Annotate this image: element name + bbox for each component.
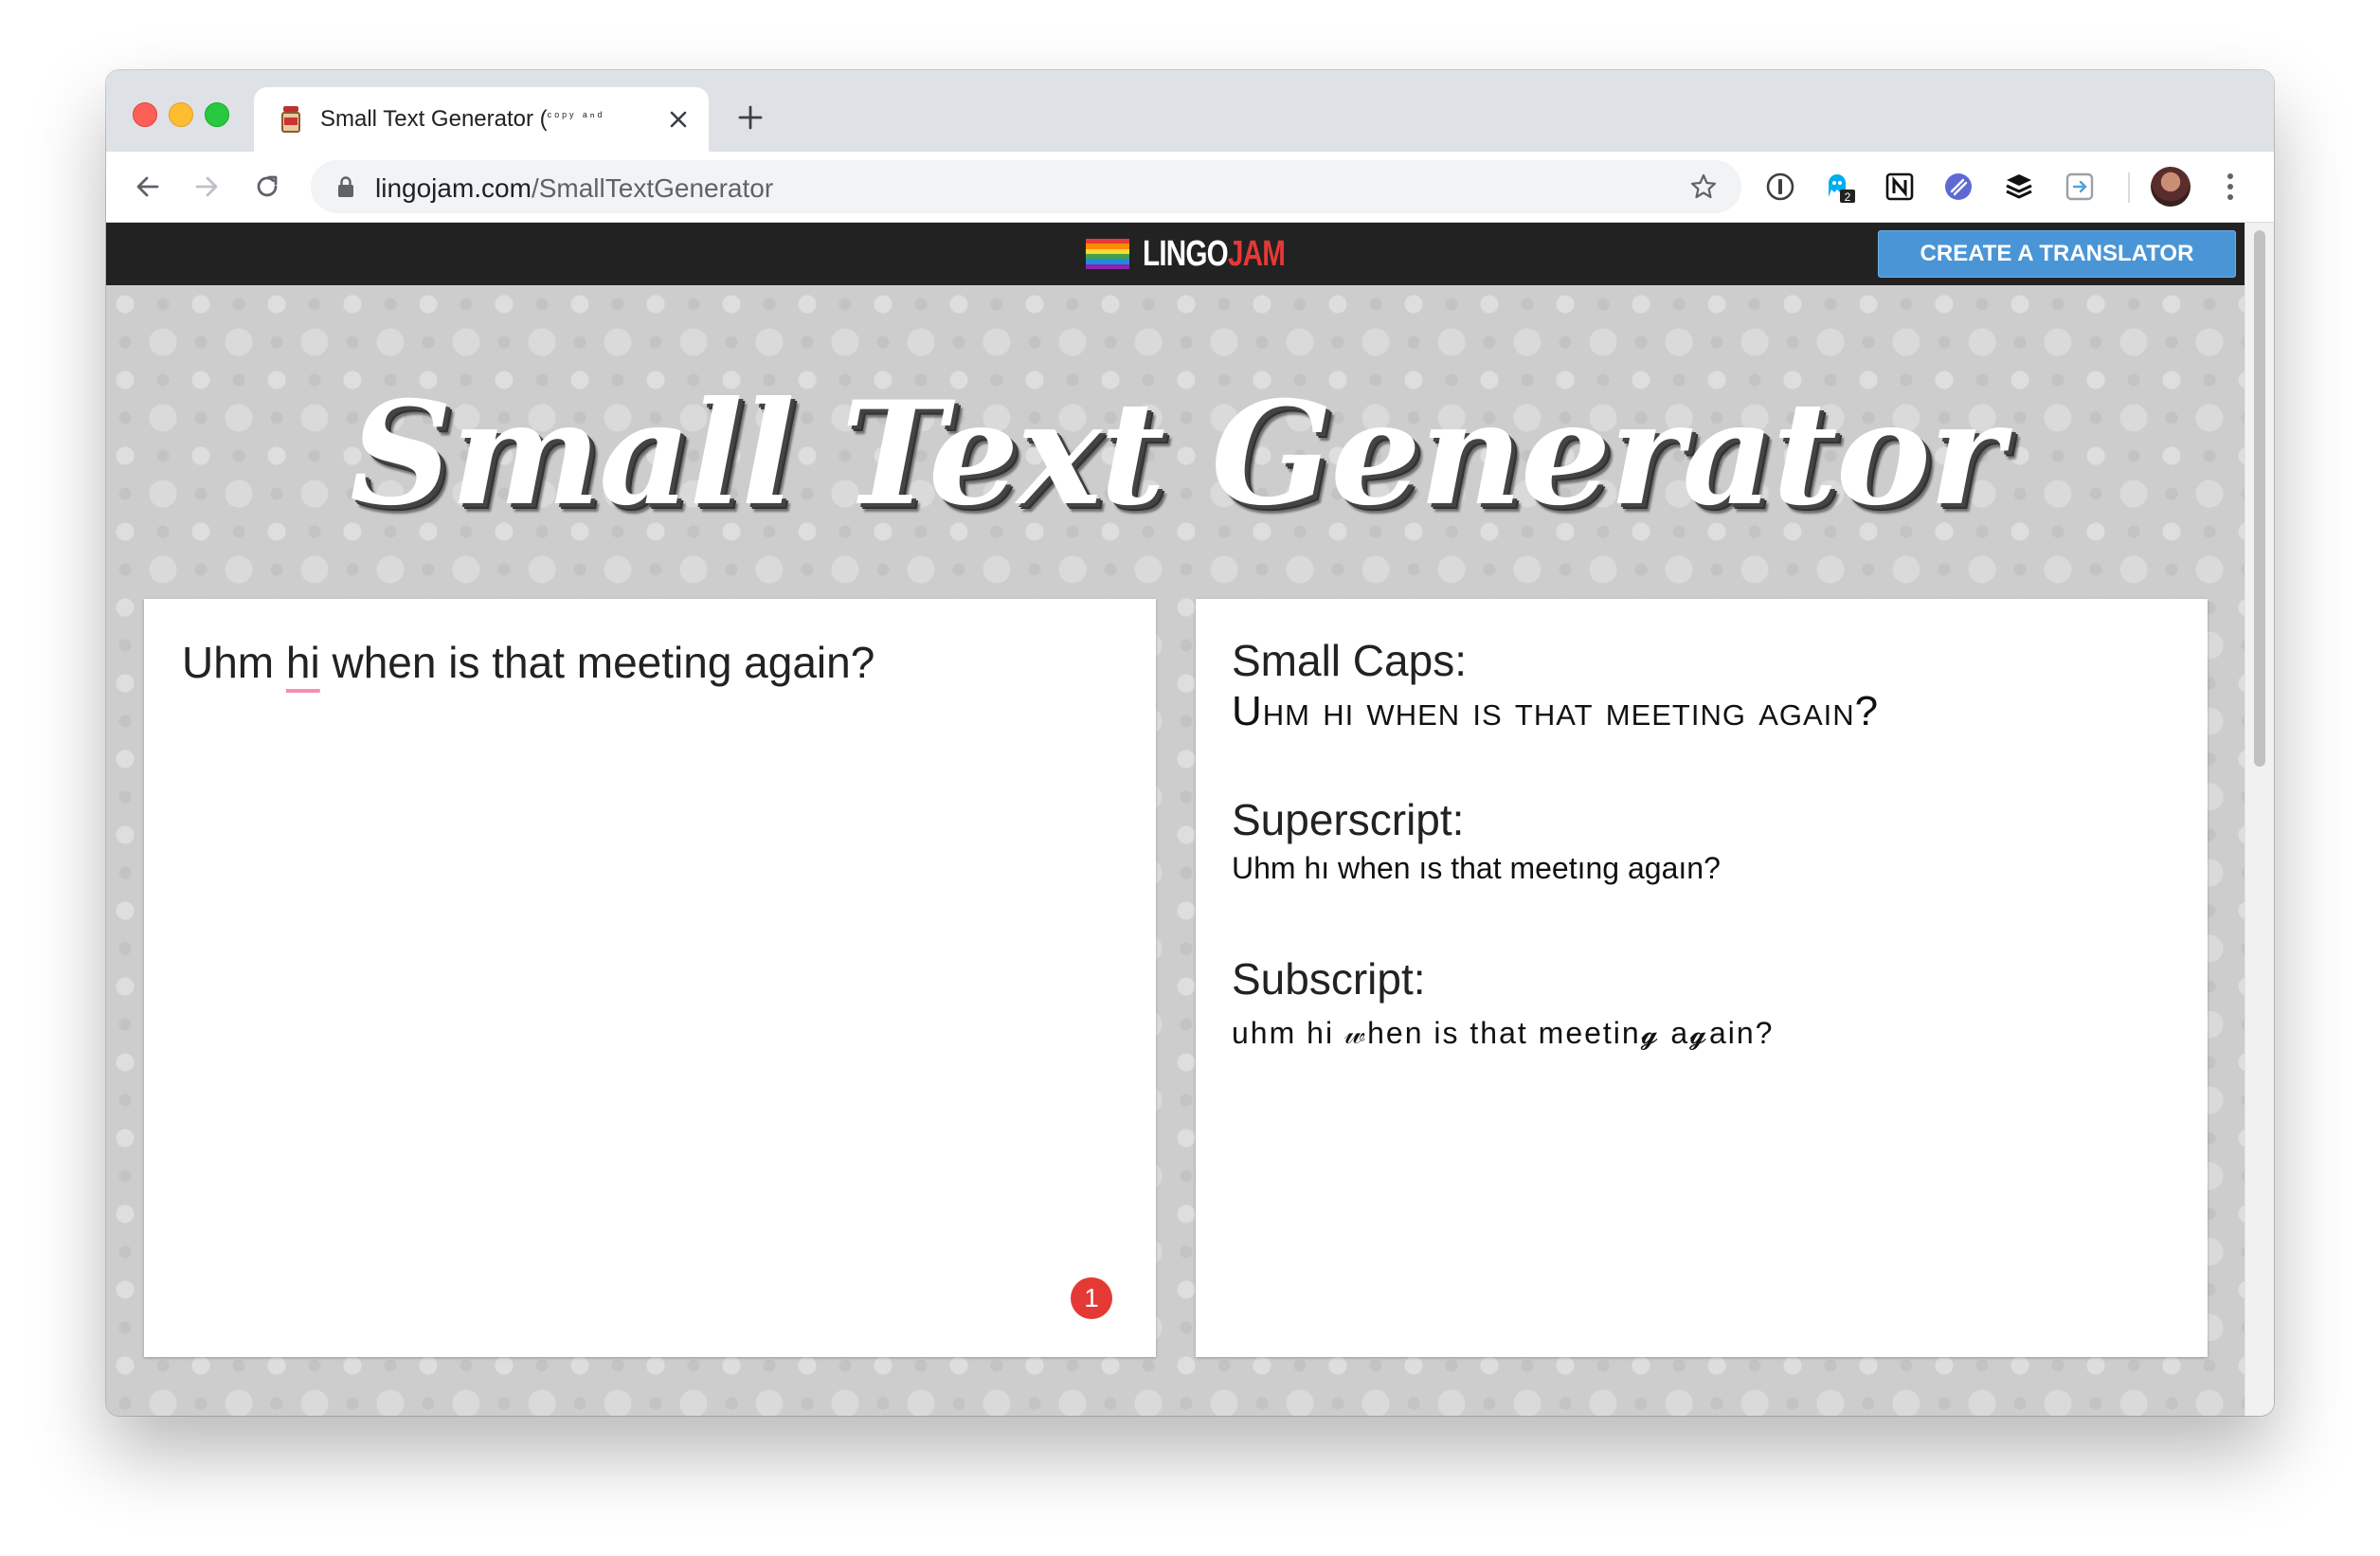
reload-icon[interactable] — [250, 170, 284, 204]
close-window-button[interactable] — [133, 102, 157, 127]
lingojam-logo[interactable]: LINGOJAM — [1086, 232, 1325, 276]
notion-icon[interactable] — [1884, 171, 1916, 203]
page-scrollbar[interactable] — [2245, 223, 2274, 1416]
input-text[interactable]: Uhm hi when is that meeting again? — [182, 637, 874, 688]
back-arrow-icon[interactable] — [131, 170, 165, 204]
minimize-window-button[interactable] — [169, 102, 193, 127]
address-bar[interactable]: lingojam.com/SmallTextGenerator — [311, 160, 1741, 213]
tab-strip: Small Text Generator (ᶜᵒᵖʸ ᵃⁿᵈ — [106, 70, 2274, 152]
site-header: LINGOJAM CREATE A TRANSLATOR — [106, 223, 2245, 285]
grammarly-badge[interactable]: 1 — [1071, 1277, 1112, 1319]
reader-icon[interactable] — [2064, 171, 2096, 203]
kebab-menu-icon[interactable] — [2225, 171, 2236, 203]
subscript-label: Subscript: — [1232, 954, 1426, 1004]
close-tab-icon[interactable] — [665, 106, 692, 133]
page-title: Small Text Generator — [350, 371, 2004, 537]
scrollbar-thumb[interactable] — [2254, 230, 2265, 767]
hero-background: Small Text Generator Uhm hi when is that… — [106, 285, 2245, 1416]
rainbow-flag-icon — [1086, 239, 1129, 269]
buffer-icon[interactable] — [2003, 171, 2035, 203]
misspelled-word[interactable]: hi — [286, 638, 320, 687]
lock-icon[interactable] — [335, 175, 356, 198]
browser-window: Small Text Generator (ᶜᵒᵖʸ ᵃⁿᵈ lingojam.… — [106, 70, 2274, 1416]
toolbar-divider — [2128, 172, 2130, 203]
input-textarea[interactable]: Uhm hi when is that meeting again? 1 — [144, 599, 1156, 1357]
superscript-label: Superscript: — [1232, 795, 1465, 844]
page-viewport: LINGOJAM CREATE A TRANSLATOR Small Text … — [106, 223, 2274, 1416]
profile-avatar[interactable] — [2151, 167, 2191, 207]
create-translator-button[interactable]: CREATE A TRANSLATOR — [1878, 230, 2236, 278]
superscript-output[interactable]: Uhm hı when ıs that meetıng agaın? — [1232, 851, 1721, 886]
url-text[interactable]: lingojam.com/SmallTextGenerator — [375, 173, 773, 204]
1password-icon[interactable] — [1764, 171, 1796, 203]
new-tab-icon[interactable] — [735, 102, 766, 133]
tab-title: Small Text Generator (ᶜᵒᵖʸ ᵃⁿᵈ — [320, 106, 605, 132]
output-panel[interactable]: Small Caps: Uhm hi when is that meeting … — [1196, 599, 2208, 1357]
browser-toolbar: lingojam.com/SmallTextGenerator 2 — [106, 152, 2274, 223]
logo-text: LINGOJAM — [1143, 233, 1286, 274]
small-caps-output[interactable]: Uhm hi when is that meeting again? — [1232, 688, 1879, 735]
linear-icon[interactable] — [1942, 171, 1974, 203]
forward-arrow-icon[interactable] — [189, 170, 224, 204]
browser-tab[interactable]: Small Text Generator (ᶜᵒᵖʸ ᵃⁿᵈ — [254, 87, 709, 152]
bookmark-star-icon[interactable] — [1688, 172, 1719, 202]
svg-text:2: 2 — [1845, 190, 1851, 203]
subscript-output[interactable]: uhm hi 𝓌hen is that meetin𝓰 a𝓰ain? — [1232, 1016, 1774, 1052]
small-caps-label: Small Caps: — [1232, 636, 1467, 685]
jam-jar-favicon-icon — [280, 106, 301, 133]
ghostery-icon[interactable]: 2 — [1823, 171, 1855, 203]
maximize-window-button[interactable] — [205, 102, 229, 127]
